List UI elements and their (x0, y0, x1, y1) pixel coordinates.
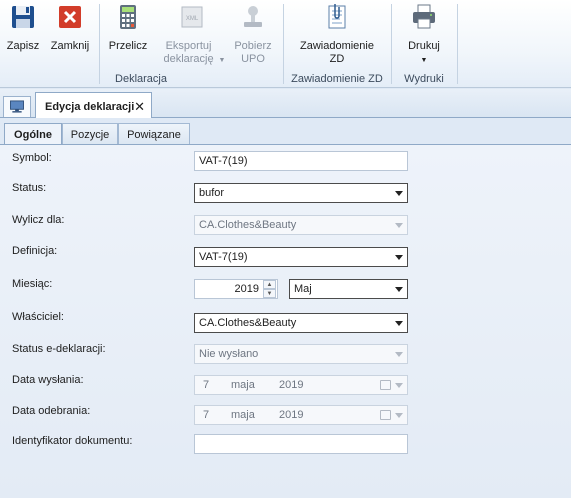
spin-up-icon[interactable]: ▲ (263, 280, 276, 289)
compute-for-label: Wylicz dla: (12, 214, 65, 226)
fetch-upo-button[interactable]: Pobierz UPO (228, 2, 278, 66)
close-button[interactable]: Zamknij (46, 2, 94, 53)
sent-month: maja (231, 379, 255, 391)
close-icon (59, 6, 81, 28)
chevron-down-icon (395, 223, 403, 228)
status-value: bufor (199, 187, 225, 199)
owner-value: CA.Clothes&Beauty (199, 317, 297, 329)
sent-day: 7 (203, 379, 210, 391)
document-id-input[interactable] (194, 434, 408, 454)
svg-text:XML: XML (186, 16, 199, 22)
status-label: Status: (12, 182, 47, 194)
export-declaration-button[interactable]: XML Eksportuj deklarację ▼ (158, 2, 226, 67)
print-group: Drukuj ▼ Wydruki (392, 0, 456, 88)
compute-for-value: CA.Clothes&Beauty (199, 219, 297, 231)
print-group-label: Wydruki (404, 73, 444, 85)
monitor-icon (10, 100, 24, 113)
general-form-panel: Symbol: VAT-7(19) Status: bufor Wylicz d… (0, 144, 571, 498)
definition-label: Definicja: (12, 245, 58, 257)
sent-date-label: Data wysłania: (12, 374, 84, 386)
definition-dropdown[interactable]: VAT-7(19) (194, 247, 408, 267)
received-date-picker[interactable]: 7 maja 2019 (194, 405, 408, 425)
year-value: 2019 (234, 283, 259, 295)
month-label: Miesiąc: (12, 278, 53, 290)
zd-group: Zawiadomienie ZD Zawiadomienie ZD (284, 0, 390, 88)
month-dropdown[interactable]: Maj (289, 279, 408, 299)
declaration-group-label: Deklaracja (115, 73, 167, 85)
ribbon: Zapisz Zamknij Przelicz XML Eksportuj de… (0, 0, 571, 88)
chevron-down-icon (395, 321, 403, 326)
zd-group-label: Zawiadomienie ZD (291, 73, 383, 85)
chevron-down-icon (395, 287, 403, 292)
edeclaration-status-dropdown[interactable]: Nie wysłano (194, 344, 408, 364)
desktop-tab[interactable] (3, 96, 31, 117)
chevron-down-icon (395, 413, 403, 418)
tab-positions[interactable]: Pozycje (62, 123, 118, 145)
ribbon-separator (99, 4, 100, 84)
save-icon (12, 6, 34, 28)
received-day: 7 (203, 409, 210, 421)
received-month: maja (231, 409, 255, 421)
received-date-label: Data odebrania: (12, 405, 91, 417)
tab-general[interactable]: Ogólne (4, 123, 62, 146)
document-tabs-strip: Edycja deklaracji ✕ (0, 89, 571, 118)
tab-title: Edycja deklaracji (45, 101, 135, 113)
owner-dropdown[interactable]: CA.Clothes&Beauty (194, 313, 408, 333)
declaration-group: Zapisz Zamknij Przelicz XML Eksportuj de… (0, 0, 282, 88)
status-dropdown[interactable]: bufor (194, 183, 408, 203)
zd-notice-button[interactable]: Zawiadomienie ZD (292, 2, 382, 66)
edeclaration-status-label: Status e-deklaracji: (12, 343, 106, 355)
received-year: 2019 (279, 409, 304, 421)
chevron-down-icon (395, 191, 403, 196)
edeclaration-status-value: Nie wysłano (199, 348, 259, 360)
calendar-icon[interactable] (380, 410, 391, 420)
chevron-down-icon (395, 383, 403, 388)
year-spinner[interactable]: 2019 ▲ ▼ (194, 279, 278, 299)
symbol-label: Symbol: (12, 152, 52, 164)
sent-date-picker[interactable]: 7 maja 2019 (194, 375, 408, 395)
definition-value: VAT-7(19) (199, 251, 248, 263)
tab-edit-declaration[interactable]: Edycja deklaracji ✕ (35, 92, 152, 118)
symbol-input[interactable]: VAT-7(19) (194, 151, 408, 171)
stamp-icon (244, 6, 262, 27)
chevron-down-icon (395, 255, 403, 260)
print-button[interactable]: Drukuj ▼ (400, 2, 448, 67)
compute-for-dropdown[interactable]: CA.Clothes&Beauty (194, 215, 408, 235)
owner-label: Właściciel: (12, 311, 64, 323)
chevron-down-icon (395, 352, 403, 357)
xml-export-icon: XML (181, 6, 203, 28)
spin-down-icon[interactable]: ▼ (263, 289, 276, 298)
save-button[interactable]: Zapisz (4, 2, 42, 53)
document-id-label: Identyfikator dokumentu: (12, 435, 133, 447)
calculator-icon (120, 5, 136, 29)
month-value: Maj (294, 283, 312, 295)
tab-related[interactable]: Powiązane (118, 123, 190, 145)
close-tab-icon[interactable]: ✕ (134, 99, 145, 115)
printer-icon (413, 4, 435, 29)
recalculate-button[interactable]: Przelicz (104, 2, 152, 53)
document-clip-icon (328, 4, 346, 29)
ribbon-separator (457, 4, 458, 84)
sent-year: 2019 (279, 379, 304, 391)
calendar-icon[interactable] (380, 380, 391, 390)
